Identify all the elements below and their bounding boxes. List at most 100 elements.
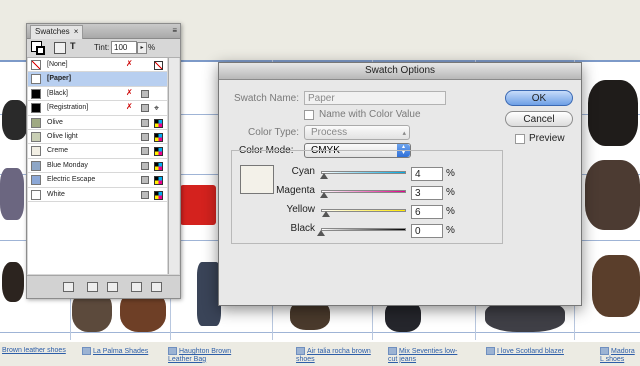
product-image-heel	[588, 80, 638, 146]
swatch-color-chip	[31, 117, 41, 128]
channel-slider-black[interactable]	[321, 228, 406, 231]
tab-swatches[interactable]: Swatches ×	[30, 25, 84, 39]
percent-sign: %	[446, 225, 455, 236]
non-editable-icon: ✗	[126, 102, 133, 112]
process-color-icon	[141, 118, 149, 127]
product-caption[interactable]: Brown leather shoes	[2, 347, 72, 365]
product-image-red-wallet	[180, 185, 216, 225]
channel-value-yellow[interactable]: 6	[411, 205, 443, 219]
product-caption[interactable]: Madora L shoes	[600, 347, 640, 365]
product-caption[interactable]: Haughton Brown Leather Bag	[168, 347, 238, 365]
swatch-name: [None]	[47, 61, 68, 68]
swatch-name: Olive	[47, 118, 63, 126]
show-all-swatches-icon[interactable]	[63, 282, 74, 292]
percent-sign: %	[446, 187, 455, 198]
tint-unit: %	[148, 43, 156, 52]
image-icon	[486, 347, 495, 355]
cmyk-mode-icon	[154, 61, 163, 70]
image-icon	[82, 347, 91, 355]
slider-knob[interactable]	[320, 173, 329, 179]
slider-knob[interactable]	[317, 230, 325, 236]
product-caption[interactable]: Mix Seventies low-cut jeans	[388, 347, 460, 365]
channel-slider-magenta[interactable]	[321, 190, 406, 193]
image-icon	[168, 347, 177, 355]
swatch-name: Creme	[47, 147, 69, 155]
swatch-color-chip	[31, 160, 41, 171]
text-format-icon[interactable]: T	[70, 41, 76, 51]
swatch-name-field[interactable]: Paper	[304, 91, 446, 105]
non-editable-icon: ✗	[126, 59, 133, 68]
swatch-row[interactable]: [Registration] ✗ ⌖	[28, 101, 167, 116]
fill-stroke-icon[interactable]	[31, 41, 47, 55]
product-image-shoe	[2, 262, 24, 302]
swatch-name: Olive light	[47, 132, 78, 140]
product-caption[interactable]: Air talia rocha brown shoes	[296, 347, 372, 365]
product-image-sunglasses	[0, 168, 24, 220]
cmyk-mode-icon	[154, 147, 163, 157]
swatch-row[interactable]: [Black] ✗	[28, 87, 167, 102]
ok-button[interactable]: OK	[505, 90, 573, 106]
product-image-shoe	[585, 160, 640, 230]
container-format-icon[interactable]	[54, 42, 66, 54]
swatch-name: Blue Monday	[47, 161, 88, 169]
image-icon	[388, 347, 397, 355]
tab-label: Swatches	[35, 27, 70, 36]
swatch-color-chip	[31, 131, 41, 142]
swatch-name: [Registration]	[47, 104, 89, 112]
swatch-row[interactable]: Creme	[28, 144, 167, 159]
swatch-toolbar: T Tint: 100 ▸ %	[27, 39, 180, 58]
cmyk-mode-icon	[154, 190, 163, 200]
image-icon	[296, 347, 305, 355]
product-caption[interactable]: I love Scotland blazer	[486, 347, 570, 365]
slider-knob[interactable]	[322, 211, 331, 217]
swatch-row[interactable]: Olive light	[28, 130, 167, 145]
swatch-color-chip	[31, 175, 41, 186]
slider-knob[interactable]	[319, 192, 328, 198]
delete-swatch-icon[interactable]	[151, 282, 162, 292]
product-caption[interactable]: La Palma Shades	[82, 347, 162, 365]
cmyk-mode-icon	[154, 132, 163, 142]
swatch-name: [Paper]	[47, 75, 72, 83]
new-swatch-icon[interactable]	[131, 282, 142, 292]
swatch-row[interactable]: White	[28, 188, 167, 202]
color-type-select[interactable]: Process▴▾	[304, 125, 410, 151]
swatch-list: [None] ✗ [Paper] [Black] ✗ [Registration] ✗ ⌖ Ol…	[28, 58, 167, 274]
channel-label-black: Black	[290, 223, 315, 234]
swatch-name: White	[47, 190, 65, 198]
image-icon	[600, 347, 609, 355]
non-editable-icon: ✗	[126, 87, 133, 97]
swatch-row[interactable]: Olive	[28, 116, 167, 130]
name-with-color-checkbox[interactable]	[304, 110, 314, 120]
show-color-swatches-icon[interactable]	[87, 282, 98, 292]
registration-icon	[141, 104, 149, 113]
channel-slider-yellow[interactable]	[321, 209, 406, 212]
channel-value-cyan[interactable]: 4	[411, 167, 443, 181]
swatch-color-chip	[31, 146, 41, 157]
preview-checkbox[interactable]	[515, 134, 525, 144]
swatch-options-dialog: Swatch Options Swatch Name: Paper Name w…	[218, 62, 582, 306]
close-icon[interactable]: ×	[74, 27, 79, 36]
percent-sign: %	[446, 206, 455, 217]
channel-value-black[interactable]: 0	[411, 224, 443, 238]
show-gradient-swatches-icon[interactable]	[107, 282, 118, 292]
channel-slider-cyan[interactable]	[321, 171, 406, 174]
process-color-icon	[141, 89, 149, 98]
swatch-row[interactable]: Blue Monday	[28, 159, 167, 174]
tint-input[interactable]: 100	[111, 41, 137, 54]
process-color-icon	[141, 176, 149, 185]
tint-arrow-icon[interactable]: ▸	[137, 42, 147, 54]
swatch-color-chip	[31, 60, 41, 70]
swatch-list-scrollbar[interactable]	[168, 58, 179, 274]
swatch-row[interactable]: [None] ✗	[28, 58, 167, 73]
percent-sign: %	[446, 168, 455, 179]
preview-label: Preview	[529, 133, 565, 144]
color-type-label: Color Type:	[248, 127, 299, 138]
swatch-color-chip	[31, 189, 41, 200]
channel-value-magenta[interactable]: 3	[411, 186, 443, 200]
swatch-row[interactable]: Electric Escape	[28, 173, 167, 188]
cancel-button[interactable]: Cancel	[505, 111, 573, 127]
process-color-icon	[141, 161, 149, 170]
swatch-row[interactable]: [Paper]	[28, 72, 167, 87]
panel-menu-icon[interactable]: ≡	[172, 26, 177, 35]
panel-tab-bar: Swatches × ≡	[27, 24, 180, 39]
